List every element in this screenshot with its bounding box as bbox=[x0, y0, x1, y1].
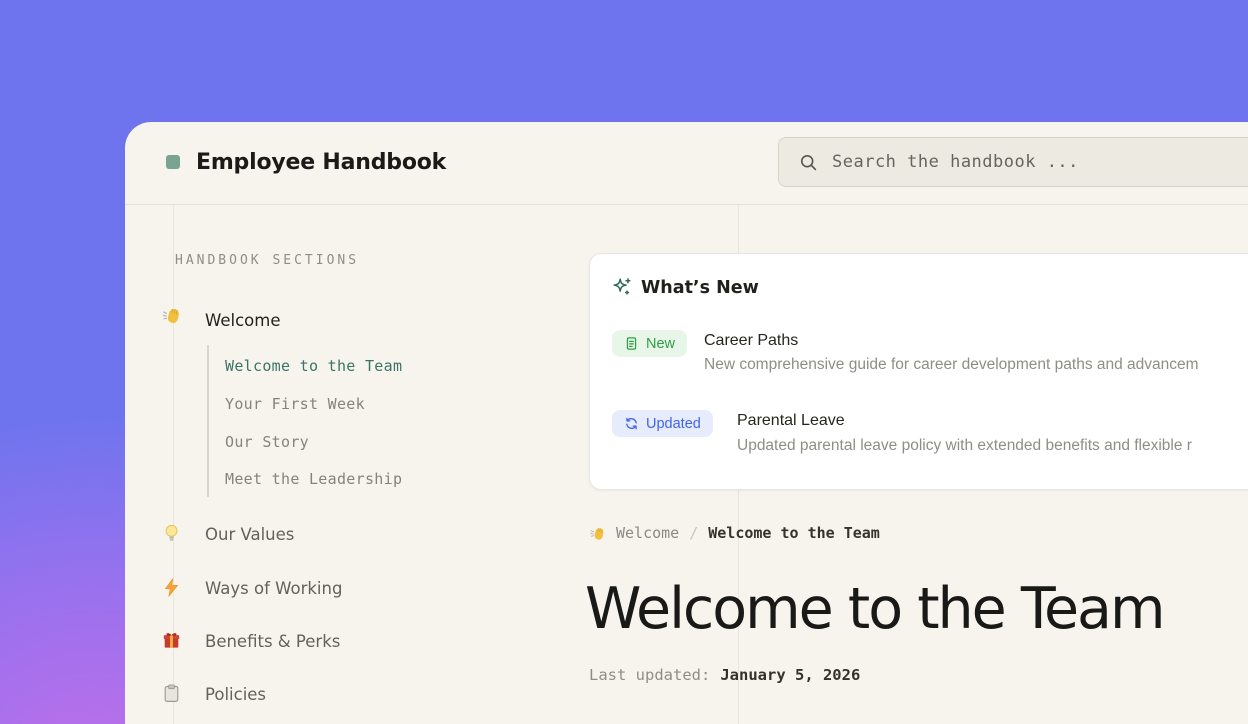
search-box[interactable] bbox=[778, 137, 1248, 187]
waving-hand-icon bbox=[161, 305, 182, 326]
breadcrumb: Welcome / Welcome to the Team bbox=[589, 524, 880, 542]
sidebar-subsection-rule bbox=[207, 345, 209, 497]
waving-hand-icon bbox=[589, 525, 606, 542]
app-logo bbox=[166, 155, 180, 169]
whats-new-item-description: New comprehensive guide for career devel… bbox=[704, 356, 1199, 374]
lightning-icon bbox=[161, 577, 182, 598]
new-badge-label: New bbox=[646, 336, 675, 352]
lightbulb-icon bbox=[161, 523, 182, 544]
page-title: Welcome to the Team bbox=[585, 576, 1164, 642]
sidebar-item-welcome[interactable]: Welcome bbox=[205, 311, 280, 330]
last-updated-value: January 5, 2026 bbox=[720, 666, 860, 684]
sidebar-subitem-meet-the-leadership[interactable]: Meet the Leadership bbox=[225, 470, 402, 488]
search-icon bbox=[799, 153, 818, 172]
sidebar-item-ways-of-working[interactable]: Ways of Working bbox=[205, 579, 342, 598]
screen: { "app": { "title": "Employee Handbook",… bbox=[0, 0, 1248, 724]
last-updated-label: Last updated: bbox=[589, 666, 710, 684]
sidebar-section-label: HANDBOOK SECTIONS bbox=[175, 253, 359, 268]
last-updated: Last updated: January 5, 2026 bbox=[589, 666, 860, 684]
breadcrumb-section[interactable]: Welcome bbox=[616, 524, 679, 542]
breadcrumb-page[interactable]: Welcome to the Team bbox=[708, 524, 880, 542]
sidebar-item-benefits-perks[interactable]: Benefits & Perks bbox=[205, 632, 340, 651]
sidebar-item-our-values[interactable]: Our Values bbox=[205, 525, 294, 544]
header-divider bbox=[125, 204, 1248, 205]
sidebar-subitem-our-story[interactable]: Our Story bbox=[225, 433, 309, 451]
whats-new-item-description: Updated parental leave policy with exten… bbox=[737, 437, 1192, 455]
sidebar-subitem-welcome-to-the-team[interactable]: Welcome to the Team bbox=[225, 357, 402, 375]
clipboard-icon bbox=[161, 683, 182, 704]
sidebar-subitem-your-first-week[interactable]: Your First Week bbox=[225, 395, 365, 413]
whats-new-card: What’s New New Career Paths New comprehe… bbox=[589, 253, 1248, 490]
document-icon bbox=[624, 336, 639, 351]
breadcrumb-separator: / bbox=[689, 524, 698, 542]
updated-badge: Updated bbox=[612, 410, 713, 437]
whats-new-title: What’s New bbox=[641, 278, 759, 298]
whats-new-item-title[interactable]: Career Paths bbox=[704, 332, 798, 350]
sync-icon bbox=[624, 416, 639, 431]
gift-icon bbox=[161, 630, 182, 651]
search-input[interactable] bbox=[832, 152, 1248, 172]
whats-new-item-title[interactable]: Parental Leave bbox=[737, 412, 845, 430]
sidebar-item-policies[interactable]: Policies bbox=[205, 685, 266, 704]
sparkles-icon bbox=[611, 276, 633, 298]
app-title: Employee Handbook bbox=[196, 150, 446, 175]
updated-badge-label: Updated bbox=[646, 416, 701, 432]
new-badge: New bbox=[612, 330, 687, 357]
